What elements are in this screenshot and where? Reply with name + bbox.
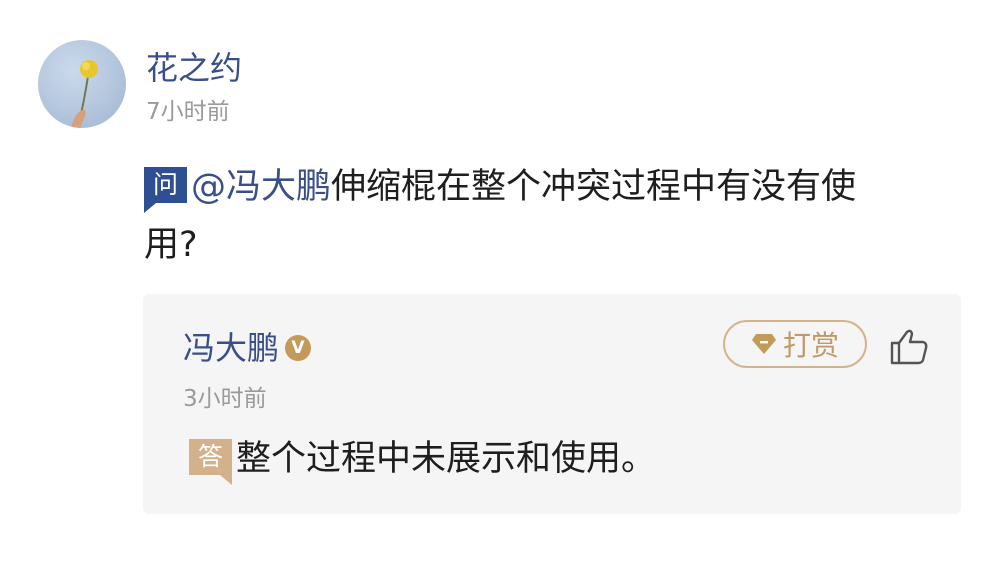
answer-card: 冯大鹏 V 3小时前 打赏 答整个过程中未展示和使用。 [143,294,961,514]
reward-button[interactable]: 打赏 [723,320,867,368]
answer-tag: 答 [189,439,233,485]
question-user-name[interactable]: 花之约 [146,48,242,88]
reward-label: 打赏 [782,329,839,362]
answer-author-row: 冯大鹏 V [183,328,312,368]
gem-icon [751,334,776,354]
mention-link[interactable]: @冯大鹏 [191,167,331,207]
answer-text-block: 答整个过程中未展示和使用。 [189,434,657,485]
flower-image [71,60,98,128]
question-text-block: 问 @冯大鹏伸缩棍在整个冲突过程中有没有使用? [144,158,884,274]
verified-badge-icon: V [285,335,312,361]
answer-user-name[interactable]: 冯大鹏 [183,328,279,368]
answer-text: 整个过程中未展示和使用。 [236,439,657,479]
avatar[interactable] [38,40,126,128]
thumbs-up-icon[interactable] [889,328,929,366]
question-time: 7小时前 [146,99,230,125]
answer-time: 3小时前 [183,386,267,412]
question-tag: 问 [144,167,188,213]
